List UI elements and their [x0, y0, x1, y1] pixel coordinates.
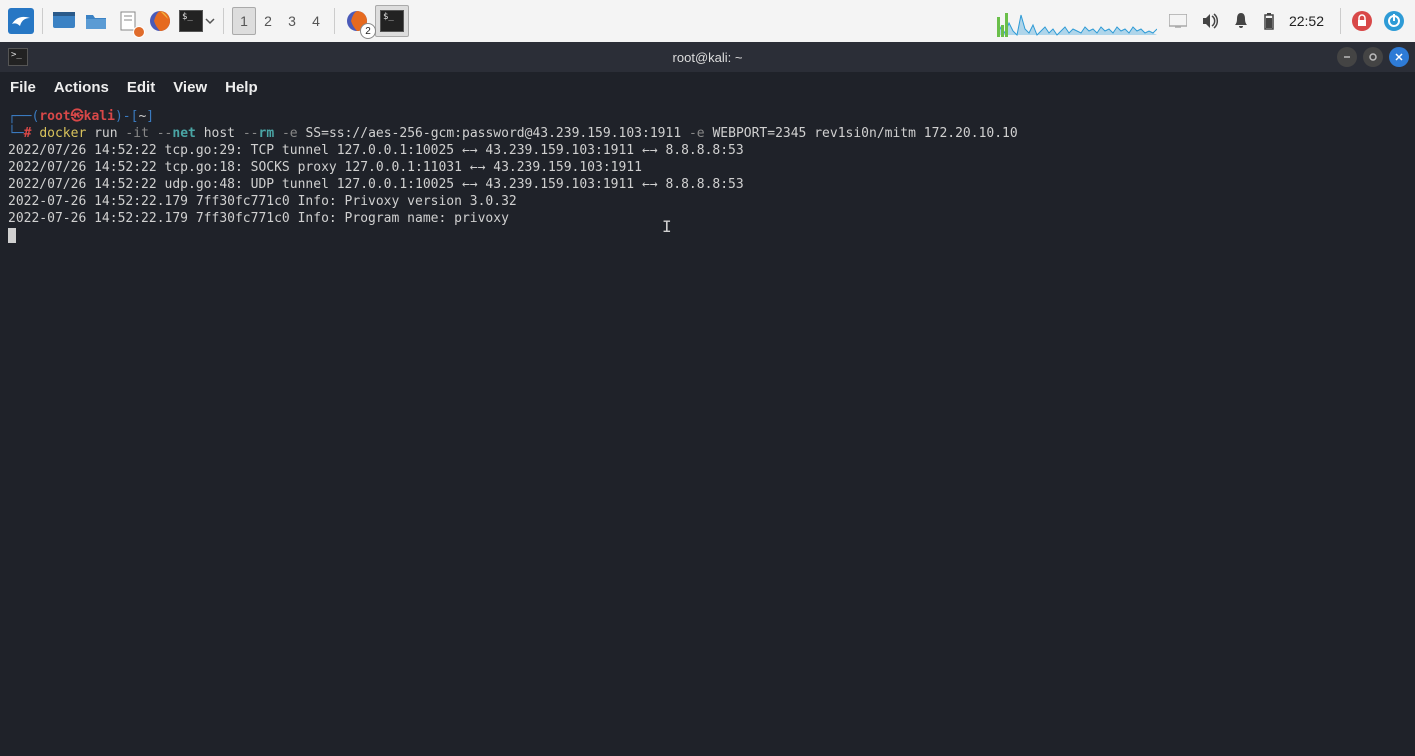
workspace-1[interactable]: 1	[232, 7, 256, 35]
cmd-docker: docker	[39, 126, 86, 141]
clock[interactable]: 22:52	[1289, 13, 1324, 29]
terminal-icon: $_	[179, 10, 203, 32]
window-title: root@kali: ~	[673, 50, 743, 65]
minimize-icon	[1342, 52, 1352, 62]
close-icon	[1394, 52, 1404, 62]
task-firefox[interactable]: 2	[341, 6, 373, 36]
window-controls	[1337, 47, 1409, 67]
system-tray: 22:52	[1169, 12, 1324, 30]
cmd-it: -it	[125, 126, 148, 141]
kali-dragon-icon	[8, 8, 34, 34]
cmd-run: run	[86, 126, 125, 141]
minimize-button[interactable]	[1337, 47, 1357, 67]
menu-edit[interactable]: Edit	[127, 79, 155, 96]
cmd-net: net	[172, 126, 195, 141]
workspace-4[interactable]: 4	[304, 7, 328, 35]
terminal-launcher-button[interactable]: $_	[177, 6, 217, 36]
cursor	[8, 228, 16, 243]
output-line-2: 2022/07/26 14:52:22 tcp.go:18: SOCKS pro…	[8, 160, 642, 175]
taskbar: $_ 1 2 3 4 2 $_ 22:52	[0, 0, 1415, 43]
battery-icon[interactable]	[1263, 12, 1275, 30]
separator	[1340, 8, 1341, 34]
firefox-button[interactable]	[145, 6, 175, 36]
chevron-down-icon	[205, 16, 215, 26]
menu-actions[interactable]: Actions	[54, 79, 109, 96]
separator	[223, 8, 224, 34]
cmd-rm: rm	[259, 126, 282, 141]
prompt-host: kali	[84, 109, 115, 124]
output-line-3: 2022/07/26 14:52:22 udp.go:48: UDP tunne…	[8, 177, 744, 192]
power-icon	[1383, 10, 1405, 32]
bell-icon[interactable]	[1233, 12, 1249, 30]
menubar: File Actions Edit View Help	[0, 72, 1415, 102]
cmd-host: host	[196, 126, 243, 141]
menu-view[interactable]: View	[173, 79, 207, 96]
badge-count: 2	[360, 23, 376, 39]
separator	[42, 8, 43, 34]
window-icon: >_	[6, 45, 30, 69]
task-terminal[interactable]: $_	[375, 5, 409, 37]
titlebar[interactable]: >_ root@kali: ~	[0, 42, 1415, 72]
notification-dot-icon	[133, 26, 145, 38]
app-button-1[interactable]	[113, 6, 143, 36]
cpu-graph[interactable]	[997, 5, 1157, 37]
display-icon[interactable]	[1169, 14, 1187, 28]
prompt-line2: └─	[8, 126, 24, 141]
menu-file[interactable]: File	[10, 79, 36, 96]
folder-icon	[84, 11, 108, 31]
cmd-dd1: --	[149, 126, 172, 141]
output-line-4: 2022-07-26 14:52:22.179 7ff30fc771c0 Inf…	[8, 194, 517, 209]
cmd-ss: SS=ss://aes-256-gcm:password@43.239.159.…	[298, 126, 689, 141]
prompt-hash: #	[24, 126, 32, 141]
prompt-user: root	[39, 109, 70, 124]
prompt-end: ]	[146, 109, 154, 124]
menu-help[interactable]: Help	[225, 79, 258, 96]
terminal-body[interactable]: ┌──(root㉿kali)-[~] └─# docker run -it --…	[0, 102, 1415, 756]
graph-icon	[997, 5, 1157, 37]
text-caret-icon: I	[662, 218, 672, 235]
power-button[interactable]	[1379, 6, 1409, 36]
show-desktop-button[interactable]	[49, 6, 79, 36]
separator	[334, 8, 335, 34]
terminal-icon: $_	[380, 10, 404, 32]
output-line-5: 2022-07-26 14:52:22.179 7ff30fc771c0 Inf…	[8, 211, 509, 226]
kali-menu-button[interactable]	[6, 6, 36, 36]
file-manager-button[interactable]	[81, 6, 111, 36]
cmd-dd2: --	[243, 126, 259, 141]
volume-icon[interactable]	[1201, 12, 1219, 30]
lock-icon	[1351, 10, 1373, 32]
workspace-3[interactable]: 3	[280, 7, 304, 35]
workspace-2[interactable]: 2	[256, 7, 280, 35]
firefox-icon	[148, 9, 172, 33]
lock-button[interactable]	[1347, 6, 1377, 36]
cmd-e2: -e	[689, 126, 705, 141]
close-button[interactable]	[1389, 47, 1409, 67]
maximize-icon	[1368, 52, 1378, 62]
desktop-icon	[52, 11, 76, 31]
terminal-window: >_ root@kali: ~ File Actions Edit View H…	[0, 42, 1415, 756]
cmd-rest: WEBPORT=2345 rev1si0n/mitm 172.20.10.10	[705, 126, 1018, 141]
maximize-button[interactable]	[1363, 47, 1383, 67]
cmd-e1: -e	[282, 126, 298, 141]
prompt-open: ┌──(	[8, 109, 39, 124]
output-line-1: 2022/07/26 14:52:22 tcp.go:29: TCP tunne…	[8, 143, 744, 158]
prompt-at: ㉿	[71, 109, 84, 124]
terminal-icon: >_	[8, 48, 28, 66]
prompt-close: )-[	[115, 109, 138, 124]
workspace-switcher: 1 2 3 4	[232, 7, 328, 35]
